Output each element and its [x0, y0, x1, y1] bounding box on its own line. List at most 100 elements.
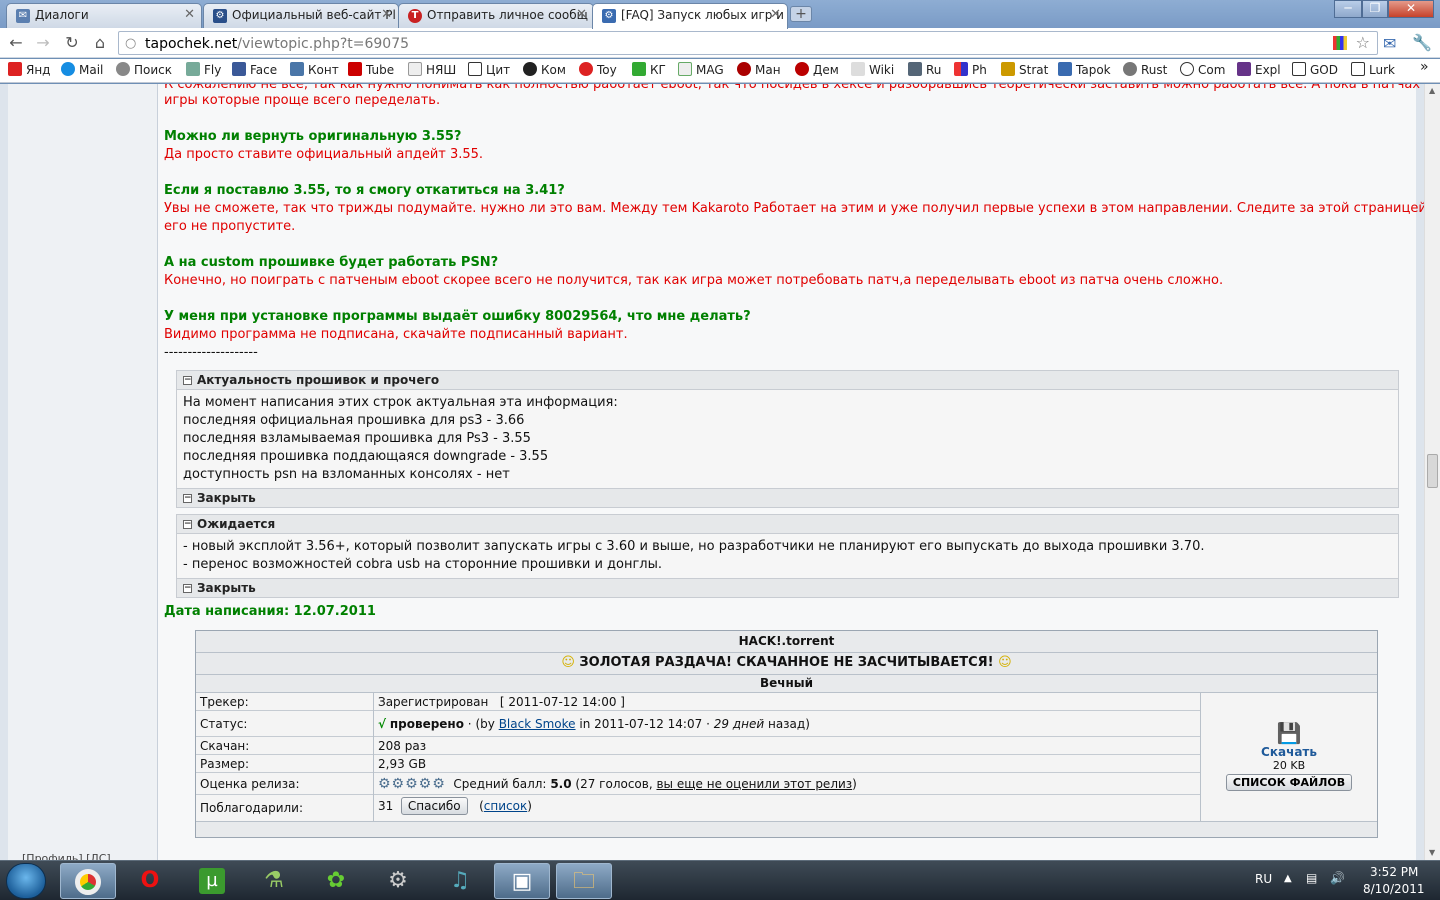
floppy-icon[interactable]: 💾 [1201, 721, 1377, 745]
bookmark[interactable]: Expl [1237, 62, 1281, 77]
scroll-up-icon[interactable]: ▲ [1429, 86, 1435, 95]
spoiler-close[interactable]: − Закрыть [177, 488, 1398, 507]
maximize-button[interactable]: ❐ [1362, 0, 1388, 18]
bookmark[interactable]: Янд [8, 62, 50, 77]
bookmark[interactable]: Дем [795, 62, 839, 77]
bookmark[interactable]: Ком [523, 62, 566, 77]
tab-send-message[interactable]: T Отправить личное сообщ ✕ [398, 3, 594, 28]
clock-date[interactable]: 8/10/2011 [1363, 882, 1425, 896]
tray-expand-icon[interactable]: ▲ [1284, 873, 1292, 884]
tab-playstation[interactable]: ⚙ Официальный веб-сайт Pl ✕ [203, 3, 399, 28]
network-icon[interactable]: ▤ [1306, 871, 1317, 885]
tab-label: Диалоги [35, 8, 89, 22]
chrome-taskbar-icon[interactable] [60, 863, 116, 899]
minimize-button[interactable]: ─ [1334, 0, 1362, 18]
bookmark[interactable]: Face [232, 62, 277, 77]
bookmark[interactable]: Поиск [116, 62, 172, 77]
rating-stars[interactable]: ⚙⚙⚙⚙⚙ [378, 776, 446, 792]
bookmark[interactable]: GOD [1292, 62, 1338, 77]
bookmark[interactable]: КГ [632, 62, 666, 77]
bookmark[interactable]: Fly [186, 62, 221, 77]
start-button[interactable] [6, 863, 46, 899]
spoiler-header[interactable]: − Актуальность прошивок и прочего [177, 371, 1398, 390]
profile-links[interactable]: [Профиль] [ЛС] [22, 852, 111, 860]
bookmark[interactable]: Rust [1123, 62, 1167, 77]
steam-taskbar-icon[interactable]: ⚙ [370, 863, 426, 899]
bookmark[interactable]: Конт [290, 62, 339, 77]
vkontakte-icon [290, 62, 304, 76]
spoiler-line: доступность psn на взломанных консолях -… [183, 467, 510, 482]
address-bar[interactable]: ○ tapochek.net/viewtopic.php?t=69075 ☆ [118, 31, 1378, 55]
explorer-taskbar-icon[interactable]: 🗀 [556, 863, 612, 899]
spoiler-close[interactable]: − Закрыть [177, 578, 1398, 597]
new-tab-button[interactable]: + [790, 6, 812, 22]
tab-dialogs[interactable]: ✉ Диалоги ✕ [6, 3, 202, 28]
spoiler-header[interactable]: − Ожидается [177, 515, 1398, 534]
forward-button[interactable]: → [32, 33, 54, 53]
reload-button[interactable]: ↻ [61, 33, 83, 53]
smiley-icon: ☺ [998, 655, 1012, 670]
itunes-taskbar-icon[interactable]: ♫ [432, 863, 488, 899]
bookmark[interactable]: Mail [61, 62, 103, 77]
wrench-icon[interactable]: 🔧 [1412, 33, 1432, 52]
bookmark[interactable]: Wiki [851, 62, 894, 77]
close-icon[interactable]: ✕ [770, 7, 781, 22]
home-button[interactable]: ⌂ [89, 33, 111, 53]
close-icon[interactable]: ✕ [576, 7, 587, 22]
extension-icon[interactable] [1333, 36, 1347, 50]
star-icon[interactable]: ☆ [1356, 33, 1370, 52]
bookmark[interactable]: НЯШ [408, 62, 456, 77]
app-taskbar-icon[interactable]: ▣ [494, 863, 550, 899]
totalcmd-taskbar-icon[interactable]: ⚗ [246, 863, 302, 899]
bookmark[interactable]: Tapok [1058, 62, 1111, 77]
bookmark[interactable]: Lurk [1351, 62, 1395, 77]
window-close-button[interactable]: ✕ [1388, 0, 1434, 18]
gear-icon: ⚙ [602, 9, 616, 23]
torrent-filename[interactable]: HACK!.torrent [196, 631, 1377, 653]
bookmark[interactable]: Ph [954, 62, 987, 77]
language-indicator[interactable]: RU [1255, 872, 1272, 886]
spoiler-line: - перенос возможностей cobra usb на стор… [183, 557, 663, 572]
thanks-button[interactable]: Спасибо [400, 797, 468, 815]
tab-faq[interactable]: ⚙ [FAQ] Запуск любых игр и ✕ [592, 3, 788, 29]
page-scrollbar[interactable]: ▲ ▼ [1424, 84, 1440, 860]
bookmark[interactable]: MAG [678, 62, 724, 77]
clock-time[interactable]: 3:52 PM [1370, 865, 1418, 879]
gear-icon [1058, 62, 1072, 76]
volume-icon[interactable]: 🔊 [1330, 871, 1345, 885]
thanks-list-link[interactable]: список [484, 799, 527, 813]
icq-taskbar-icon[interactable]: ✿ [308, 863, 364, 899]
yandex-icon [8, 62, 22, 76]
close-icon[interactable]: ✕ [184, 7, 195, 22]
post-text: игры которые проще всего переделать. [164, 93, 441, 108]
collapse-icon: − [183, 493, 192, 503]
opera-taskbar-icon[interactable]: O [122, 863, 178, 899]
file-list-button[interactable]: СПИСОК ФАЙЛОВ [1225, 774, 1353, 791]
rutracker-icon [908, 62, 922, 76]
bookmark[interactable]: Strat [1001, 62, 1048, 77]
rate-release-link[interactable]: вы еще не оценили этот релиз [656, 777, 852, 791]
close-icon[interactable]: ✕ [381, 7, 392, 22]
post-content: К сожалению не все, так как нужно понима… [158, 84, 1424, 860]
scroll-thumb[interactable] [1427, 454, 1438, 488]
table-row: Оценка релиза: ⚙⚙⚙⚙⚙ Средний балл: 5.0 (… [196, 773, 1200, 795]
back-button[interactable]: ← [5, 33, 27, 53]
faq-question: Можно ли вернуть оригинальную 3.55? [164, 129, 462, 144]
bookmark[interactable]: Ru [908, 62, 941, 77]
bookmark[interactable]: Tube [348, 62, 394, 77]
bookmark[interactable]: Com [1180, 62, 1225, 77]
tapochek-icon [579, 62, 593, 76]
bookmarks-overflow-button[interactable]: » [1420, 59, 1429, 75]
bookmark[interactable]: Toy [579, 62, 617, 77]
scroll-down-icon[interactable]: ▼ [1429, 848, 1435, 857]
download-box: 💾 Скачать 20 KB СПИСОК ФАЙЛОВ [1201, 693, 1377, 821]
user-link[interactable]: Black Smoke [499, 717, 576, 731]
bookmark[interactable]: Цит [468, 62, 510, 77]
bookmark[interactable]: Ман [737, 62, 781, 77]
mail-icon[interactable]: ✉ [1383, 34, 1396, 53]
download-link[interactable]: Скачать [1201, 745, 1377, 759]
spoiler-line: последняя официальная прошивка для ps3 -… [183, 413, 525, 428]
spoiler-line: - новый эксплойт 3.56+, который позволит… [183, 539, 1205, 554]
utorrent-taskbar-icon[interactable]: µ [184, 863, 240, 899]
dialogs-icon: ✉ [16, 9, 30, 23]
